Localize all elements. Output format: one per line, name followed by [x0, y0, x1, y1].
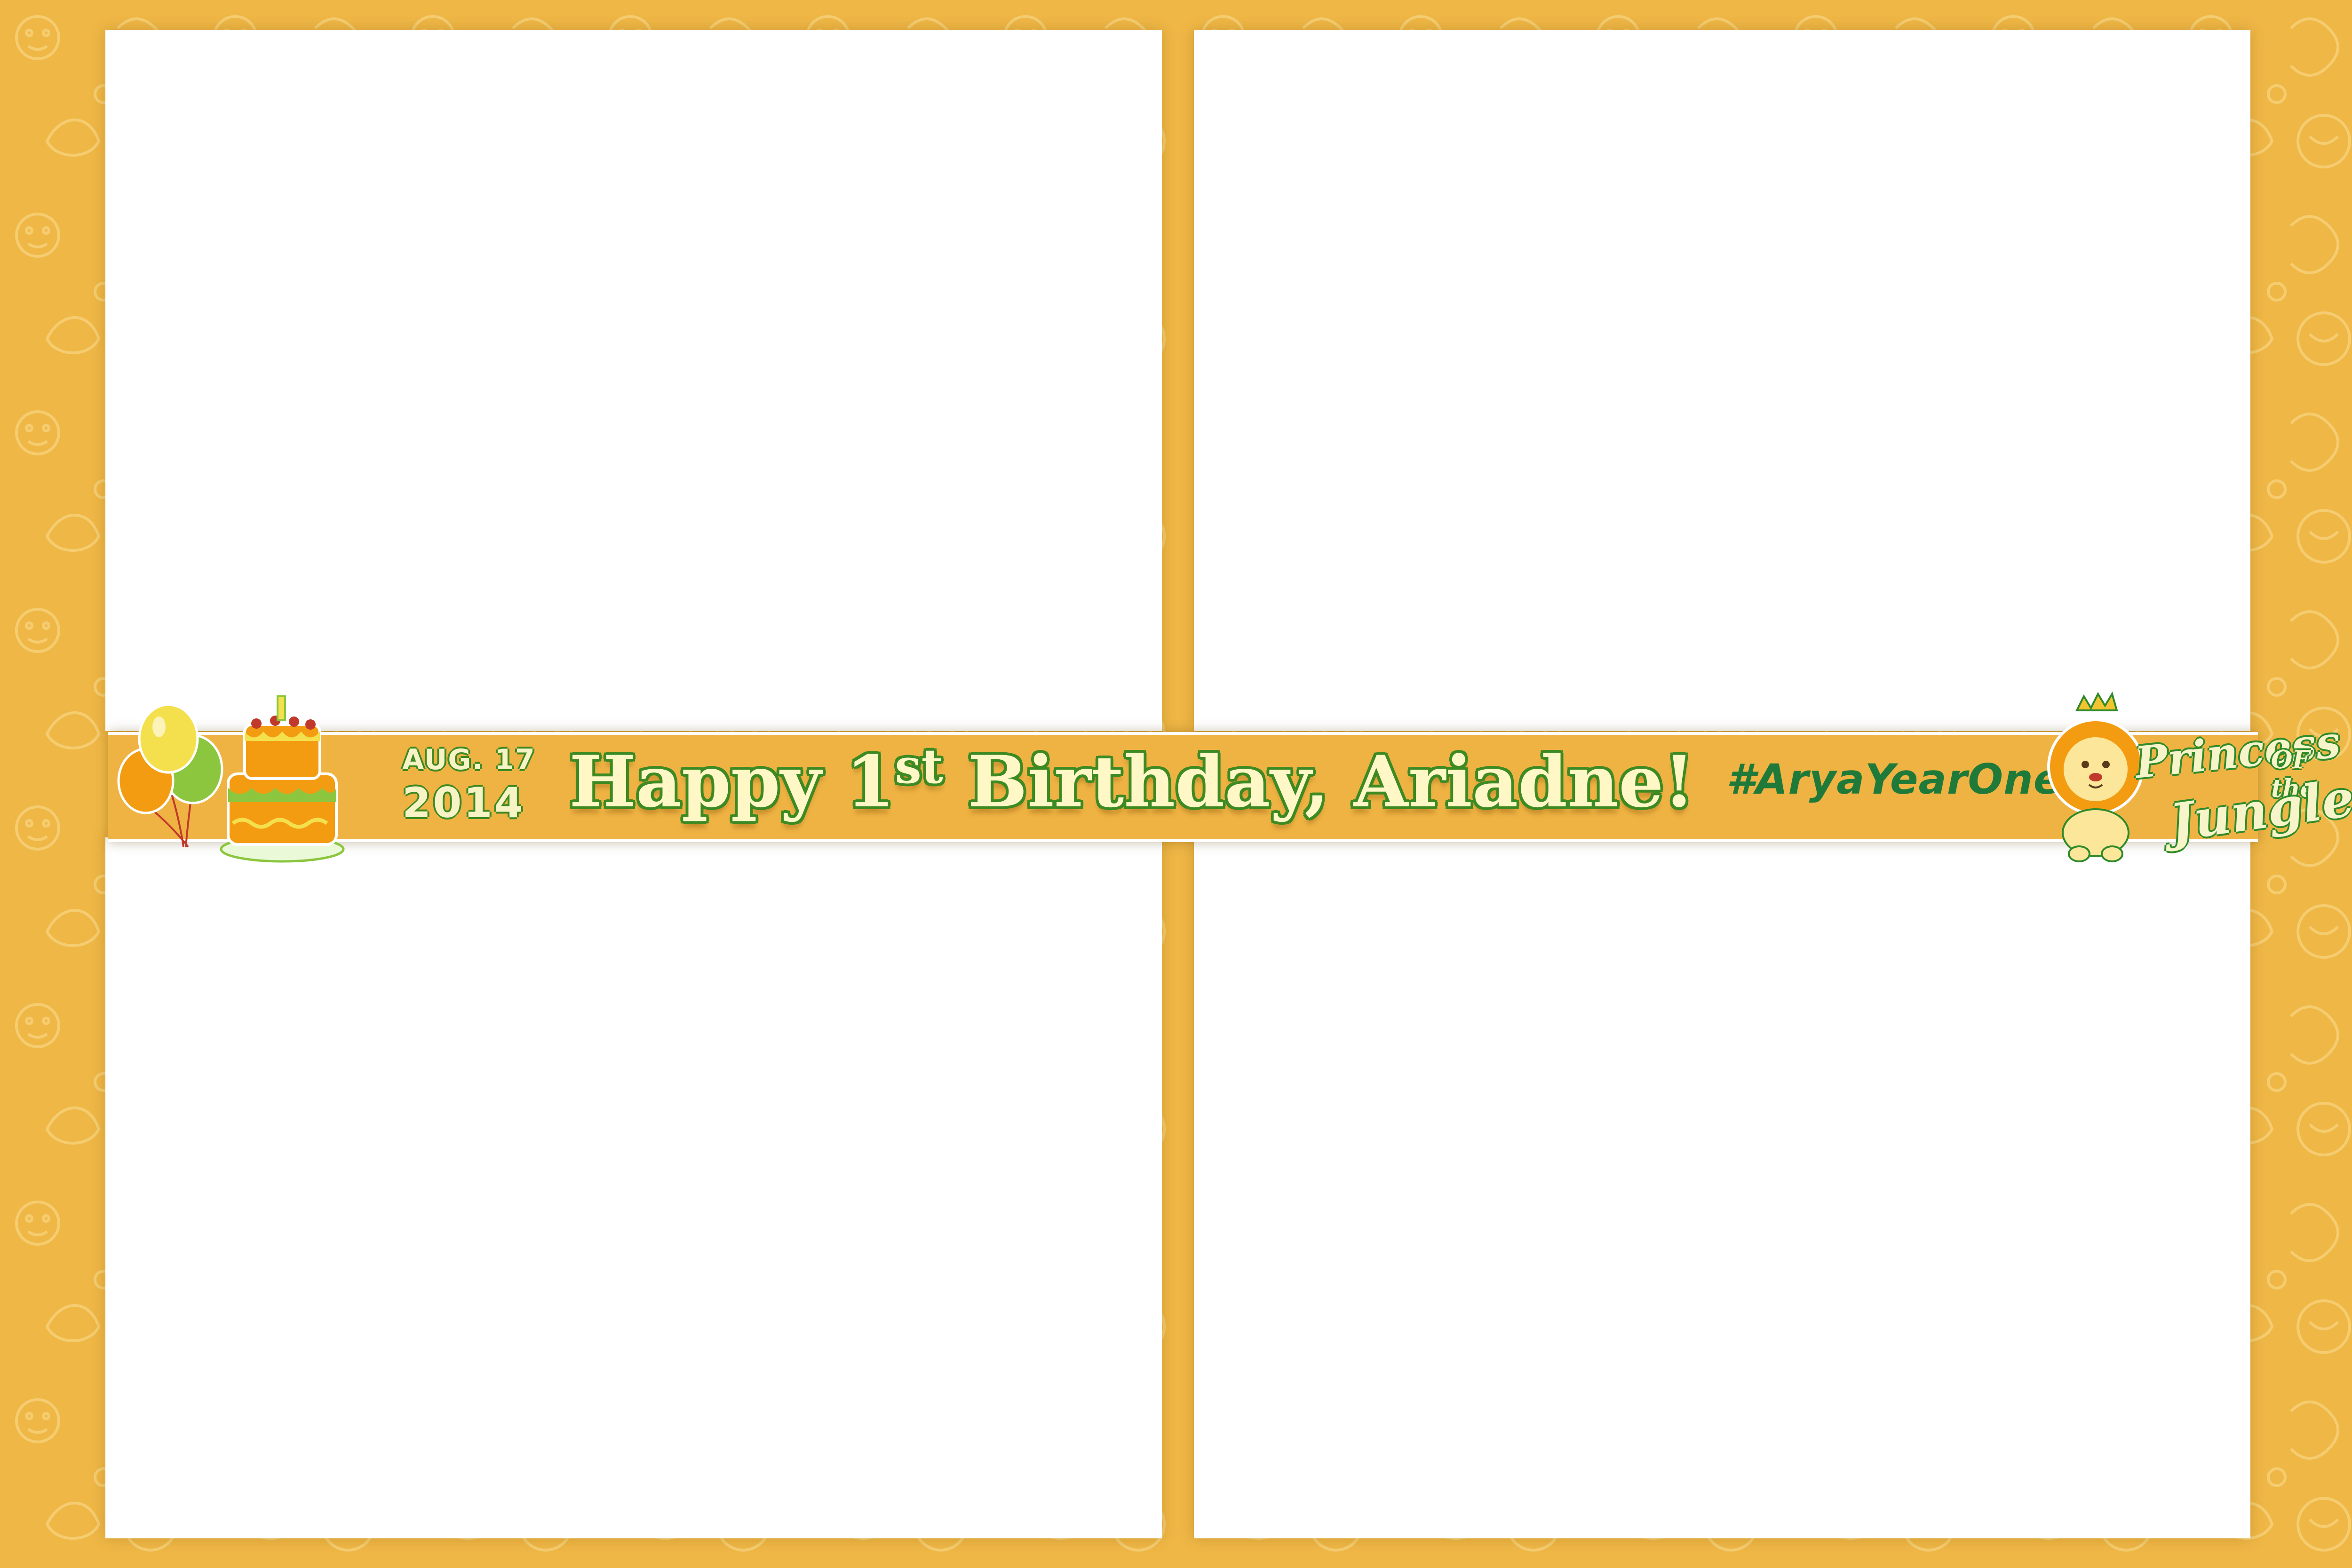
photo-booth-frame: AUG. 17 2014 Happy 1st Birthday, Ariadne…	[0, 0, 2352, 1568]
photo-slot-bottom-left	[105, 837, 1162, 1538]
event-hashtag: #AryaYearOne	[1726, 755, 2062, 804]
lion-mascot-icon	[2047, 692, 2144, 862]
event-date-month-day: AUG. 17	[402, 743, 536, 776]
birthday-cake-icon	[220, 695, 345, 863]
headline-ordinal-suffix: st	[895, 739, 943, 794]
crown-icon	[2075, 692, 2118, 711]
headline-prefix: Happy	[569, 740, 846, 823]
photo-slot-top-left	[105, 30, 1162, 731]
event-date-year: 2014	[402, 779, 525, 827]
photo-slot-bottom-right	[1194, 837, 2250, 1538]
headline-name: Birthday, Ariadne!	[943, 740, 1695, 823]
headline-ordinal-number: 1	[846, 740, 895, 823]
birthday-headline: Happy 1st Birthday, Ariadne!	[569, 739, 1694, 823]
photo-slot-top-right	[1194, 30, 2250, 731]
